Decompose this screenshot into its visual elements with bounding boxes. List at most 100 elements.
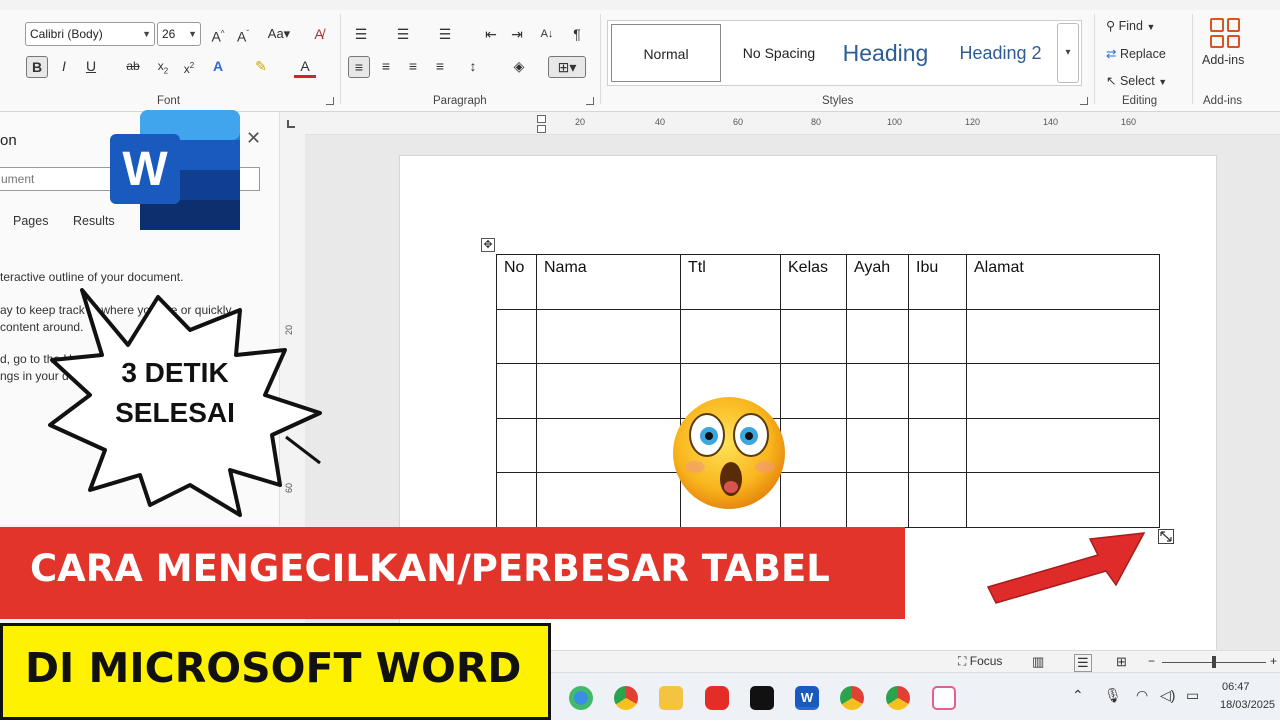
italic-icon[interactable]: I (53, 56, 75, 78)
table-cell[interactable] (496, 417, 537, 474)
addins-icon[interactable] (1210, 18, 1240, 48)
numbering-icon[interactable]: ☰ (392, 24, 414, 46)
shrink-font-icon[interactable]: Aˇ (232, 24, 254, 46)
align-center-icon[interactable]: ≡ (375, 56, 397, 78)
clock-date[interactable]: 18/03/2025 (1220, 699, 1275, 711)
read-mode-icon[interactable]: ▥ (1032, 654, 1044, 670)
show-formatting-icon[interactable]: ¶ (566, 24, 588, 46)
table-cell[interactable] (908, 472, 967, 528)
print-layout-icon[interactable]: ☰ (1074, 654, 1092, 672)
table-cell[interactable] (536, 417, 681, 474)
multilevel-list-icon[interactable]: ☰ (434, 24, 456, 46)
chrome-profile-icon[interactable] (886, 686, 910, 710)
left-indent-marker[interactable] (537, 125, 546, 133)
subscript-icon[interactable]: x2 (152, 56, 174, 78)
table-header-cell[interactable]: Nama (536, 254, 681, 310)
change-case-icon[interactable]: Aa▾ (262, 24, 296, 46)
justify-icon[interactable]: ≡ (429, 56, 451, 78)
styles-dialog-launcher-icon[interactable] (1080, 97, 1088, 105)
clear-formatting-icon[interactable]: A̸ (308, 24, 330, 46)
highlight-icon[interactable]: ✎ (250, 56, 272, 78)
document-table[interactable]: No Nama Ttl Kelas Ayah Ibu Alamat (496, 254, 1160, 528)
show-hidden-icons-icon[interactable]: ⌃ (1072, 687, 1084, 704)
table-cell[interactable] (966, 308, 1160, 365)
table-cell[interactable] (780, 363, 847, 419)
underline-icon[interactable]: U (80, 56, 102, 78)
gallery-more-icon[interactable]: ▾ (1057, 23, 1079, 83)
font-name-combo[interactable]: Calibri (Body) ▼ (25, 22, 155, 46)
tab-selector-icon[interactable] (287, 120, 295, 128)
grow-font-icon[interactable]: A^ (207, 24, 229, 46)
select-button[interactable]: ↖ Select ▼ (1106, 73, 1167, 88)
chrome-icon[interactable] (840, 686, 864, 710)
find-button[interactable]: ⚲ Find ▼ (1106, 18, 1155, 33)
table-cell[interactable] (908, 417, 967, 474)
table-move-handle-icon[interactable]: ✥ (481, 238, 495, 252)
tab-pages[interactable]: Pages (13, 214, 48, 228)
table-header-cell[interactable]: Ayah (846, 254, 909, 310)
bullets-icon[interactable]: ☰ (350, 24, 372, 46)
table-cell[interactable] (966, 472, 1160, 528)
microphone-icon[interactable]: 🎙 (1104, 687, 1122, 704)
table-header-cell[interactable]: Alamat (966, 254, 1160, 310)
zoom-slider-thumb[interactable] (1212, 656, 1216, 668)
font-dialog-launcher-icon[interactable] (326, 97, 334, 105)
style-no-spacing[interactable]: No Spacing (730, 24, 828, 82)
style-normal[interactable]: Normal (611, 24, 721, 82)
font-color-icon[interactable]: A (294, 56, 316, 78)
table-cell[interactable] (536, 472, 681, 528)
battery-icon[interactable]: ▭ (1186, 687, 1199, 704)
style-heading[interactable]: Heading (833, 24, 938, 82)
web-layout-icon[interactable]: ⊞ (1116, 654, 1127, 670)
table-cell[interactable] (966, 417, 1160, 474)
align-left-icon[interactable]: ≡ (348, 56, 370, 78)
capcut-icon[interactable] (750, 686, 774, 710)
focus-button[interactable]: ⛶ Focus (958, 654, 1002, 669)
table-cell[interactable] (496, 363, 537, 419)
table-cell[interactable] (680, 308, 781, 365)
increase-indent-icon[interactable]: ⇥ (506, 24, 528, 46)
replace-button[interactable]: ⇄ Replace (1106, 46, 1166, 61)
text-effects-icon[interactable]: A (207, 56, 229, 78)
wifi-icon[interactable]: ◠ (1136, 687, 1148, 704)
superscript-icon[interactable]: x2 (178, 56, 200, 78)
borders-icon[interactable]: ⊞▾ (548, 56, 586, 78)
table-cell[interactable] (908, 308, 967, 365)
first-line-indent-marker[interactable] (537, 115, 546, 123)
table-cell[interactable] (780, 308, 847, 365)
sort-icon[interactable]: A↓ (536, 24, 558, 46)
table-header-cell[interactable]: No (496, 254, 537, 310)
close-icon[interactable]: ✕ (246, 128, 261, 149)
table-cell[interactable] (780, 472, 847, 528)
shading-icon[interactable]: ◈ (508, 56, 530, 78)
table-cell[interactable] (966, 363, 1160, 419)
table-cell[interactable] (496, 472, 537, 528)
style-heading-2[interactable]: Heading 2 (948, 24, 1053, 82)
snipping-tool-icon[interactable] (932, 686, 956, 710)
chrome-icon[interactable] (614, 686, 638, 710)
align-right-icon[interactable]: ≡ (402, 56, 424, 78)
clock-time[interactable]: 06:47 (1222, 681, 1250, 693)
table-header-cell[interactable]: Kelas (780, 254, 847, 310)
table-resize-handle-icon[interactable] (1158, 529, 1174, 544)
strikethrough-icon[interactable]: ab (122, 56, 144, 78)
word-taskbar-icon[interactable]: W (795, 686, 819, 710)
zoom-out-button[interactable]: − (1148, 654, 1155, 668)
table-header-cell[interactable]: Ibu (908, 254, 967, 310)
table-cell[interactable] (908, 363, 967, 419)
table-cell[interactable] (846, 363, 909, 419)
table-cell[interactable] (846, 472, 909, 528)
paragraph-dialog-launcher-icon[interactable] (586, 97, 594, 105)
table-cell[interactable] (536, 308, 681, 365)
youtube-icon[interactable] (705, 686, 729, 710)
bold-icon[interactable]: B (26, 56, 48, 78)
table-cell[interactable] (496, 308, 537, 365)
table-cell[interactable] (846, 417, 909, 474)
font-size-combo[interactable]: 26 ▼ (157, 22, 201, 46)
table-cell[interactable] (536, 363, 681, 419)
decrease-indent-icon[interactable]: ⇤ (480, 24, 502, 46)
table-cell[interactable] (846, 308, 909, 365)
table-cell[interactable] (780, 417, 847, 474)
addins-button-label[interactable]: Add-ins (1202, 53, 1244, 67)
zoom-in-button[interactable]: + (1270, 654, 1277, 668)
